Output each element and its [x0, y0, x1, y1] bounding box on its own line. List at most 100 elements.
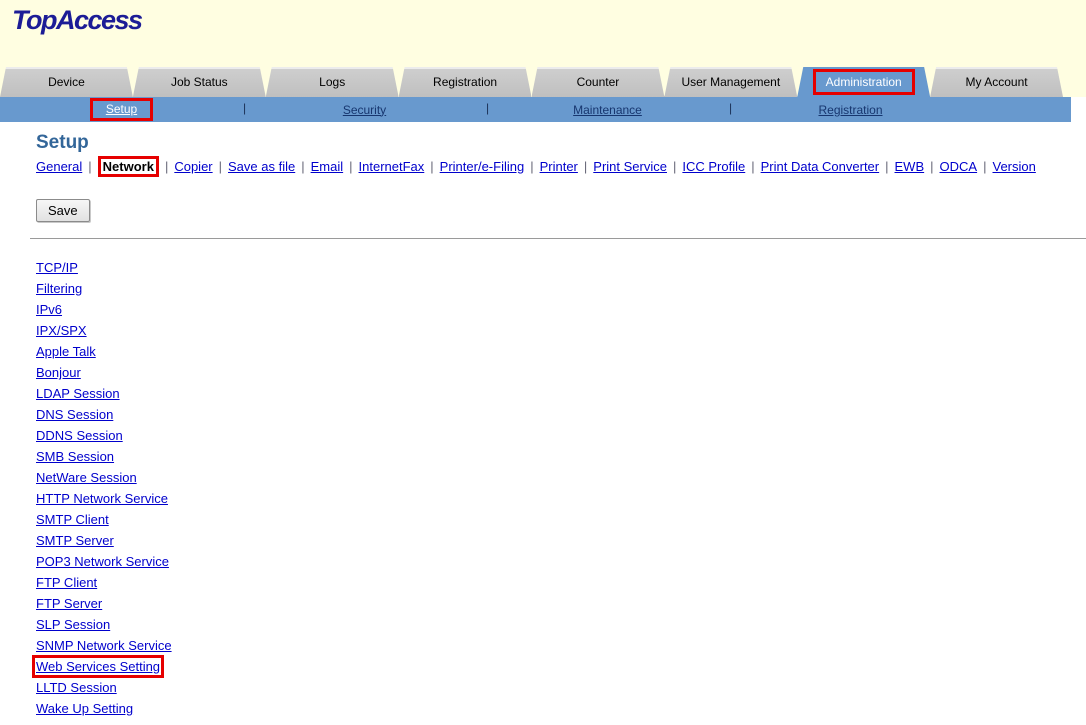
- subnav-item-setup[interactable]: Setup: [90, 98, 153, 121]
- tab-label: User Management: [677, 73, 784, 91]
- network-link-wake-up-setting[interactable]: Wake Up Setting: [36, 701, 133, 716]
- subnav: SetupSecurityMaintenanceRegistration|||: [0, 97, 1071, 122]
- divider: [30, 238, 1086, 239]
- list-item: SLP Session: [36, 614, 1086, 635]
- list-item: FTP Server: [36, 593, 1086, 614]
- network-link-dns-session[interactable]: DNS Session: [36, 407, 113, 422]
- list-item: NetWare Session: [36, 467, 1086, 488]
- network-link-lltd-session[interactable]: LLTD Session: [36, 680, 117, 695]
- tab-user-management[interactable]: User Management: [664, 67, 797, 97]
- network-link-smb-session[interactable]: SMB Session: [36, 449, 114, 464]
- network-link-web-services-setting[interactable]: Web Services Setting: [36, 659, 160, 674]
- list-item: SNMP Network Service: [36, 635, 1086, 656]
- section-link-print-service[interactable]: Print Service: [593, 159, 667, 174]
- tab-my-account[interactable]: My Account: [930, 67, 1063, 97]
- tab-label: Job Status: [167, 73, 232, 91]
- page-title: Setup: [36, 132, 1086, 154]
- list-item: Web Services Setting: [36, 656, 1086, 677]
- tab-label: My Account: [962, 73, 1032, 91]
- tab-label-highlighted: Administration: [813, 69, 915, 95]
- list-item: Wake Up Setting: [36, 698, 1086, 719]
- tab-label: Device: [44, 73, 89, 91]
- network-link-netware-session[interactable]: NetWare Session: [36, 470, 137, 485]
- save-button[interactable]: Save: [36, 199, 90, 222]
- tab-counter[interactable]: Counter: [532, 67, 665, 97]
- list-item: Apple Talk: [36, 341, 1086, 362]
- list-item: HTTP Network Service: [36, 488, 1086, 509]
- network-link-ftp-server[interactable]: FTP Server: [36, 596, 102, 611]
- separator: |: [165, 159, 168, 174]
- network-link-slp-session[interactable]: SLP Session: [36, 617, 110, 632]
- network-link-smtp-server[interactable]: SMTP Server: [36, 533, 114, 548]
- separator: |: [673, 159, 676, 174]
- section-link-save-as-file[interactable]: Save as file: [228, 159, 295, 174]
- tab-administration[interactable]: Administration: [797, 67, 930, 97]
- list-item: DDNS Session: [36, 425, 1086, 446]
- network-link-ldap-session[interactable]: LDAP Session: [36, 386, 120, 401]
- network-link-filtering[interactable]: Filtering: [36, 281, 82, 296]
- app-header: TopAccess: [0, 0, 1086, 67]
- network-link-ipx-spx[interactable]: IPX/SPX: [36, 323, 87, 338]
- section-link-general[interactable]: General: [36, 159, 82, 174]
- list-item: POP3 Network Service: [36, 551, 1086, 572]
- list-item: Filtering: [36, 278, 1086, 299]
- network-link-http-network-service[interactable]: HTTP Network Service: [36, 491, 168, 506]
- section-link-internetfax[interactable]: InternetFax: [359, 159, 425, 174]
- list-item: SMTP Server: [36, 530, 1086, 551]
- network-link-bonjour[interactable]: Bonjour: [36, 365, 81, 380]
- tab-label: Logs: [315, 73, 349, 91]
- separator: |: [983, 159, 986, 174]
- separator: |: [349, 159, 352, 174]
- section-link-printer[interactable]: Printer: [540, 159, 578, 174]
- subnav-cell: Setup: [0, 97, 243, 122]
- subnav-item-registration[interactable]: Registration: [818, 103, 882, 117]
- subnav-separator: |: [243, 101, 246, 115]
- network-link-ipv6[interactable]: IPv6: [36, 302, 62, 317]
- subnav-item-maintenance[interactable]: Maintenance: [573, 103, 642, 117]
- list-item: TCP/IP: [36, 257, 1086, 278]
- list-item: FTP Client: [36, 572, 1086, 593]
- tab-bar: Device Job Status Logs Registration Counter U…: [0, 67, 1063, 97]
- tab-device[interactable]: Device: [0, 67, 133, 97]
- tab-label: Registration: [429, 73, 501, 91]
- list-item: IPX/SPX: [36, 320, 1086, 341]
- separator: |: [930, 159, 933, 174]
- list-item: LDAP Session: [36, 383, 1086, 404]
- network-link-ddns-session[interactable]: DDNS Session: [36, 428, 123, 443]
- section-link-print-data-converter[interactable]: Print Data Converter: [761, 159, 880, 174]
- network-list: TCP/IP Filtering IPv6 IPX/SPX Apple Talk Bonj…: [36, 257, 1086, 719]
- tab-row: Device Job Status Logs Registration Counter U…: [0, 67, 1086, 97]
- section-link-network[interactable]: Network: [98, 156, 159, 177]
- network-link-ftp-client[interactable]: FTP Client: [36, 575, 97, 590]
- network-link-pop3-network-service[interactable]: POP3 Network Service: [36, 554, 169, 569]
- tab-logs[interactable]: Logs: [266, 67, 399, 97]
- subnav-cell: Maintenance: [486, 97, 729, 122]
- list-item: DNS Session: [36, 404, 1086, 425]
- section-link-ewb[interactable]: EWB: [895, 159, 925, 174]
- separator: |: [885, 159, 888, 174]
- section-link-copier[interactable]: Copier: [174, 159, 212, 174]
- section-link-odca[interactable]: ODCA: [940, 159, 978, 174]
- section-link-email[interactable]: Email: [311, 159, 344, 174]
- list-item: IPv6: [36, 299, 1086, 320]
- subnav-separator: |: [486, 101, 489, 115]
- subnav-item-security[interactable]: Security: [343, 103, 386, 117]
- main-content: Setup General | Network | Copier | Save as fil…: [0, 132, 1086, 719]
- subnav-cell: Security: [243, 97, 486, 122]
- section-link-version[interactable]: Version: [992, 159, 1035, 174]
- tab-job-status[interactable]: Job Status: [133, 67, 266, 97]
- tab-registration[interactable]: Registration: [399, 67, 532, 97]
- network-link-apple-talk[interactable]: Apple Talk: [36, 344, 96, 359]
- separator: |: [219, 159, 222, 174]
- separator: |: [430, 159, 433, 174]
- list-item: Bonjour: [36, 362, 1086, 383]
- network-link-smtp-client[interactable]: SMTP Client: [36, 512, 109, 527]
- separator: |: [584, 159, 587, 174]
- network-link-snmp-network-service[interactable]: SNMP Network Service: [36, 638, 172, 653]
- list-item: SMB Session: [36, 446, 1086, 467]
- topaccess-logo: TopAccess: [12, 5, 142, 36]
- network-link-tcp-ip[interactable]: TCP/IP: [36, 260, 78, 275]
- list-item: LLTD Session: [36, 677, 1086, 698]
- section-link-icc-profile[interactable]: ICC Profile: [682, 159, 745, 174]
- section-link-printer-e-filing[interactable]: Printer/e-Filing: [440, 159, 525, 174]
